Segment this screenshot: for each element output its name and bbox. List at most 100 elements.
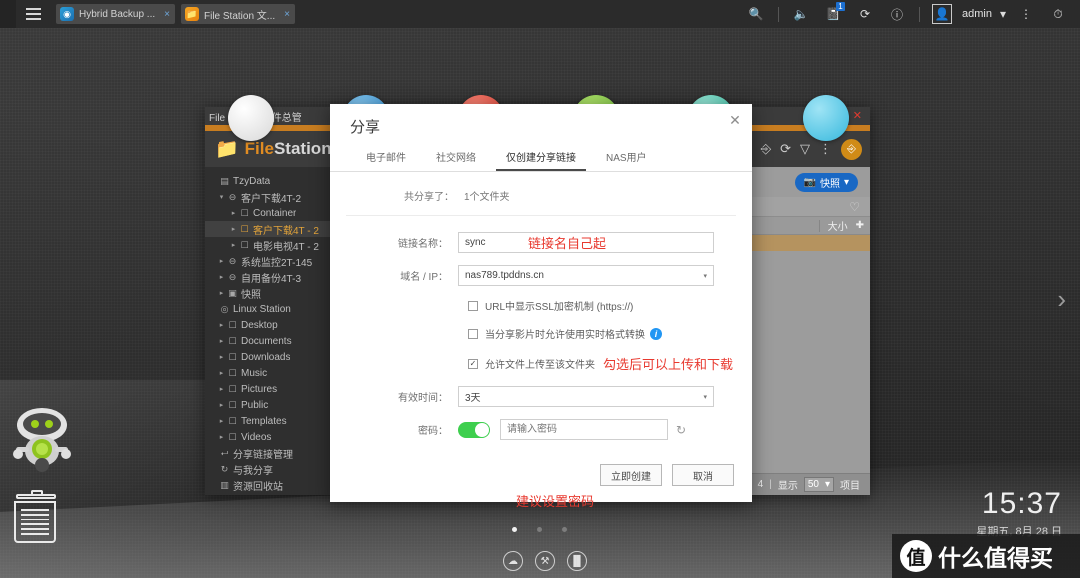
expand-arrow-icon[interactable]: ▸ (217, 417, 226, 425)
expand-arrow-icon[interactable]: ▸ (217, 433, 226, 441)
tree-item-13[interactable]: ▸ ☐ Pictures (205, 381, 337, 397)
tree-item-0[interactable]: ▤ TzyData (205, 173, 337, 189)
desktop-page-dots[interactable] (512, 527, 567, 532)
favorite-heart-icon[interactable]: ♡ (849, 200, 860, 214)
password-input[interactable] (500, 419, 668, 440)
tree-item-11[interactable]: ▸ ☐ Downloads (205, 349, 337, 365)
qnap-robot-icon[interactable] (8, 403, 76, 475)
tree-item-6[interactable]: ▸ ⊖ 自用备份4T-3 (205, 269, 337, 285)
tree-item-10[interactable]: ▸ ☐ Documents (205, 333, 337, 349)
column-options-icon[interactable]: ✚ (856, 220, 864, 231)
create-button[interactable]: 立即创建 (600, 464, 662, 486)
close-window-button[interactable]: ✕ (853, 110, 862, 122)
desktop-dock[interactable]: ☁ ⚒ ▐▌ (503, 551, 587, 571)
page-dot-2[interactable] (537, 527, 542, 532)
password-toggle[interactable] (458, 421, 490, 438)
recycle-bin-desktop-icon[interactable] (14, 490, 60, 545)
close-icon[interactable]: × (160, 9, 170, 20)
taskbar-right-tools[interactable]: 🔍 🔈 📓 1 ⟳ ⓘ 👤 admin ▾ ⋮ ⏱ (740, 0, 1080, 28)
tree-item-2[interactable]: ▸ ☐ Container (205, 205, 337, 221)
hamburger-icon[interactable] (16, 0, 50, 28)
checkbox-row-1[interactable]: URL中显示SSL加密机制 (https://) (330, 298, 752, 313)
page-dot-3[interactable] (562, 527, 567, 532)
filter-icon[interactable]: ▽ (800, 141, 810, 157)
taskbar-tab-2[interactable]: 📁 File Station 文... × (181, 4, 295, 24)
checkbox-2[interactable] (468, 328, 478, 339)
expand-arrow-icon[interactable]: ▸ (217, 369, 226, 377)
page-dot-1[interactable] (512, 527, 517, 532)
domain-select[interactable]: nas789.tpddns.cn ▾ (458, 265, 714, 286)
tree-item-14[interactable]: ▸ ☐ Public (205, 397, 337, 413)
expand-arrow-icon[interactable]: ▸ (217, 289, 226, 297)
expand-arrow-icon[interactable]: ▾ (217, 193, 226, 201)
expand-arrow-icon[interactable]: ▸ (217, 401, 226, 409)
search-icon[interactable]: 🔍 (740, 0, 772, 28)
tree-item-16[interactable]: ▸ ☐ Videos (205, 429, 337, 445)
expiry-select[interactable]: 3天 ▾ (458, 386, 714, 407)
info-icon[interactable]: ⓘ (881, 0, 913, 28)
snapshot-button[interactable]: 📷 快照 ▾ (794, 172, 858, 192)
pause-icon[interactable]: ▐▌ (567, 551, 587, 571)
volume-icon[interactable]: 🔈 (785, 0, 817, 28)
refresh-icon[interactable]: ⟳ (780, 141, 791, 157)
tree-item-18[interactable]: ↻ 与我分享 (205, 461, 337, 477)
expand-arrow-icon[interactable]: ▸ (229, 241, 238, 249)
cancel-button[interactable]: 取消 (672, 464, 734, 486)
expand-arrow-icon[interactable]: ▸ (229, 209, 238, 217)
expand-arrow-icon[interactable]: ▸ (217, 273, 226, 281)
tree-item-19[interactable]: ▥ 资源回收站 (205, 477, 337, 493)
tree-item-4[interactable]: ▸ ☐ 电影电视4T - 2 (205, 237, 337, 253)
tree-item-9[interactable]: ▸ ☐ Desktop (205, 317, 337, 333)
top-taskbar[interactable]: ◉ Hybrid Backup ... × 📁 File Station 文... × 🔍… (0, 0, 1080, 28)
taskbar-tab-1[interactable]: ◉ Hybrid Backup ... × (56, 4, 175, 24)
taskbar-tabs[interactable]: ◉ Hybrid Backup ... × 📁 File Station 文... × (50, 4, 295, 24)
file-station-sidebar[interactable]: ▤ TzyData ▾ ⊖ 客户下载4T-2 ▸ ☐ Container ▸ ☐ 客户下载4T - … (205, 167, 337, 495)
share-link-icon[interactable]: ⎆ (841, 138, 862, 160)
expand-arrow-icon[interactable]: ▸ (217, 321, 226, 329)
tools-icon[interactable]: ⚒ (535, 551, 555, 571)
dialog-tab-1[interactable]: 电子邮件 (356, 145, 416, 171)
tree-item-12[interactable]: ▸ ☐ Music (205, 365, 337, 381)
avatar[interactable]: 👤 (926, 0, 958, 28)
tree-item-8[interactable]: ◎ Linux Station (205, 301, 337, 317)
share-dialog[interactable]: ✕ 分享 电子邮件 社交网络 仅创建分享链接 NAS用户 共分享了： 1个文件夹 链接… (330, 104, 752, 509)
tree-item-17[interactable]: ⮠ 分享链接管理 (205, 445, 337, 461)
notifications-icon[interactable]: 📓 1 (817, 0, 849, 28)
expand-arrow-icon[interactable]: ▸ (217, 337, 226, 345)
next-page-chevron-icon[interactable]: › (1057, 284, 1066, 315)
dialog-tabs[interactable]: 电子邮件 社交网络 仅创建分享链接 NAS用户 (330, 137, 752, 172)
more-vertical-icon[interactable]: ⋮ (819, 141, 832, 157)
tree-item-3[interactable]: ▸ ☐ 客户下载4T - 2 (205, 221, 337, 237)
maximize-button[interactable]: ＋ (835, 110, 846, 122)
expand-arrow-icon[interactable]: ▸ (217, 385, 226, 393)
bookmark-icon[interactable]: ⎆ (761, 141, 771, 157)
expand-arrow-icon[interactable]: ▸ (229, 225, 238, 233)
checkbox-1[interactable] (468, 300, 478, 311)
tree-item-1[interactable]: ▾ ⊖ 客户下载4T-2 (205, 189, 337, 205)
close-icon[interactable]: ✕ (727, 112, 743, 128)
refresh-password-icon[interactable]: ↻ (676, 423, 686, 437)
checkbox-3[interactable]: ✓ (468, 358, 478, 369)
kebab-menu-icon[interactable]: ⋮ (1010, 0, 1042, 28)
user-name[interactable]: admin (958, 8, 996, 20)
column-header-size[interactable]: 大小 (828, 218, 848, 233)
dialog-tab-4[interactable]: NAS用户 (596, 145, 657, 171)
chevron-down-icon[interactable]: ▾ (996, 0, 1010, 28)
tree-item-15[interactable]: ▸ ☐ Templates (205, 413, 337, 429)
page-size-select[interactable]: 50 ▾ (803, 477, 834, 492)
minimize-button[interactable]: ─ (820, 110, 828, 122)
tree-item-5[interactable]: ▸ ⊖ 系统监控2T-145 (205, 253, 337, 269)
background-tasks-icon[interactable]: ⟳ (849, 0, 881, 28)
checkbox-row-2[interactable]: 当分享影片时允许使用实时格式转换 i (330, 326, 752, 341)
close-icon[interactable]: × (280, 9, 290, 20)
dashboard-icon[interactable]: ⏱ (1042, 0, 1074, 28)
expand-arrow-icon[interactable]: ▸ (217, 353, 226, 361)
tree-item-label: TzyData (233, 175, 271, 187)
checkbox-row-3[interactable]: ✓ 允许文件上传至该文件夹 勾选后可以上传和下载 (330, 354, 752, 373)
tree-item-7[interactable]: ▸ ▣ 快照 (205, 285, 337, 301)
info-icon[interactable]: i (650, 327, 662, 340)
dialog-tab-3[interactable]: 仅创建分享链接 (496, 145, 586, 171)
dialog-tab-2[interactable]: 社交网络 (426, 145, 486, 171)
cloud-icon[interactable]: ☁ (503, 551, 523, 571)
expand-arrow-icon[interactable]: ▸ (217, 257, 226, 265)
